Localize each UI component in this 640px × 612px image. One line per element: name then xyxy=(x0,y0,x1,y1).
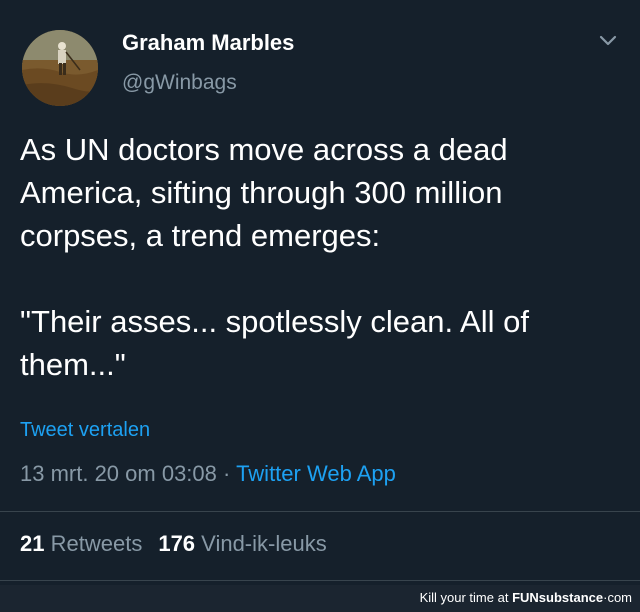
watermark-brand-sub: substance xyxy=(538,590,604,605)
translate-tweet-link[interactable]: Tweet vertalen xyxy=(20,419,150,442)
tweet-paragraph: "Their asses... spotlessly clean. All of… xyxy=(20,304,529,382)
divider xyxy=(0,580,640,581)
likes-stat[interactable]: 176 Vind-ik-leuks xyxy=(158,531,326,556)
watermark-bar: Kill your time at FUNsubstance·com xyxy=(0,585,640,612)
avatar-image xyxy=(22,30,98,106)
retweets-stat[interactable]: 21 Retweets xyxy=(20,531,142,556)
likes-label: Vind-ik-leuks xyxy=(201,531,327,556)
retweets-count: 21 xyxy=(20,531,45,556)
tweet-timestamp[interactable]: 13 mrt. 20 om 03:08 xyxy=(20,461,217,486)
tweet-paragraph: As UN doctors move across a dead America… xyxy=(20,132,508,253)
chevron-down-icon[interactable] xyxy=(598,33,618,47)
tweet-meta: 13 mrt. 20 om 03:08 · Twitter Web App xyxy=(20,461,396,487)
retweets-label: Retweets xyxy=(50,531,143,556)
tweet-text: As UN doctors move across a dead America… xyxy=(20,128,620,386)
watermark-brand-fun: FUN xyxy=(512,590,539,605)
avatar[interactable] xyxy=(22,30,98,106)
tweet-source-link[interactable]: Twitter Web App xyxy=(236,461,396,486)
user-handle[interactable]: @gWinbags xyxy=(122,71,237,95)
watermark-prefix: Kill your time at xyxy=(419,590,509,605)
watermark: Kill your time at FUNsubstance·com xyxy=(420,590,632,605)
divider xyxy=(0,511,640,512)
watermark-suffix: ·com xyxy=(603,590,632,605)
meta-separator: · xyxy=(223,461,231,486)
display-name[interactable]: Graham Marbles xyxy=(122,30,294,56)
engagement-stats: 21 Retweets 176 Vind-ik-leuks xyxy=(20,531,327,557)
likes-count: 176 xyxy=(158,531,196,556)
